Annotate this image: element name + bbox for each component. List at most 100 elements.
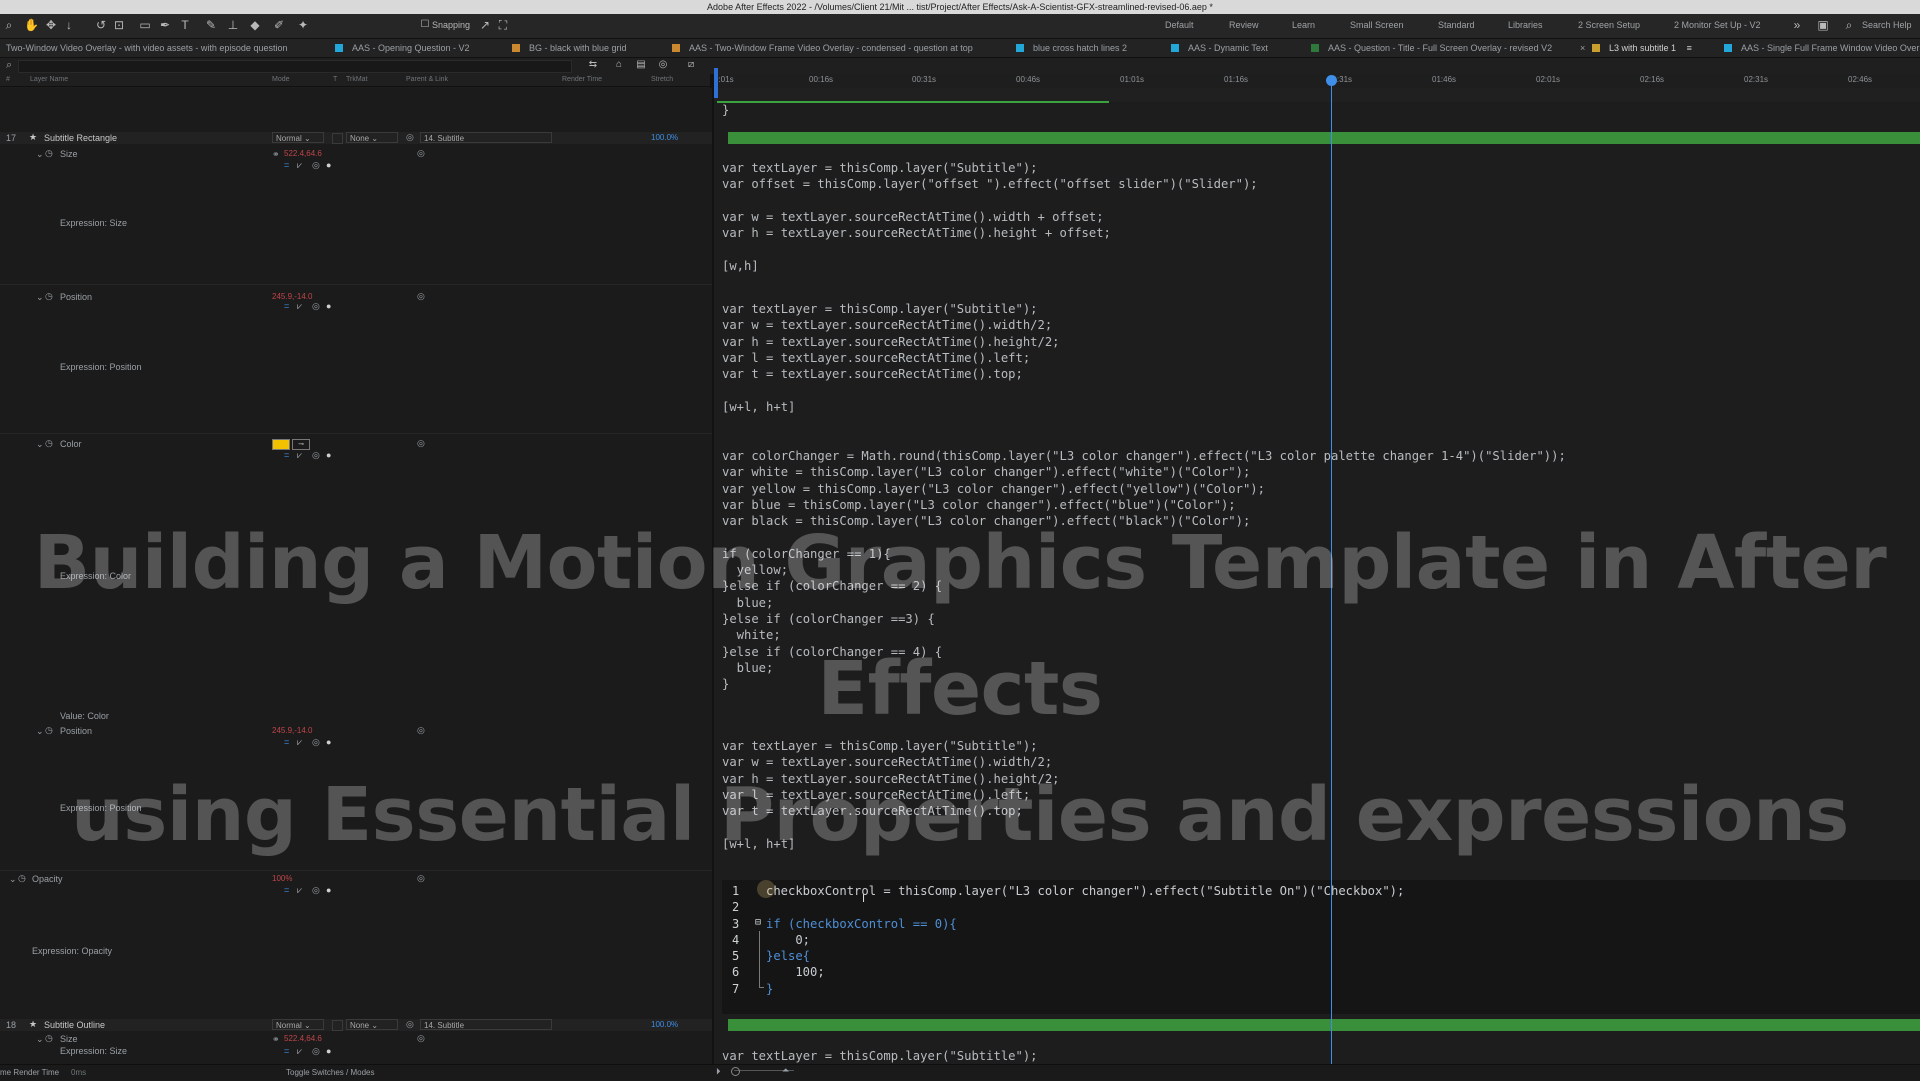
enable-expression-icon[interactable]: = xyxy=(284,885,289,895)
trkmat-dropdown[interactable]: None ⌄ xyxy=(346,1019,398,1030)
more-workspaces-icon[interactable]: » xyxy=(1790,18,1804,32)
stopwatch-icon[interactable]: ◷ xyxy=(45,291,53,302)
pickwhip-icon[interactable]: ◎ xyxy=(417,291,425,302)
enable-expression-icon[interactable]: = xyxy=(284,160,289,170)
tab-bg-black-blue-grid[interactable]: BG - black with blue grid xyxy=(512,42,627,54)
draft-3d-icon[interactable]: ⌂ xyxy=(612,58,626,72)
pickwhip-icon[interactable]: ◎ xyxy=(406,132,414,143)
tab-blue-cross-hatch[interactable]: blue cross hatch lines 2 xyxy=(1016,42,1127,54)
expression-editor[interactable] xyxy=(722,880,1920,1014)
chevron-down-icon[interactable]: ⌄ xyxy=(36,439,44,450)
rectangle-tool-icon[interactable]: ▭ xyxy=(138,18,152,32)
zoom-in-icon[interactable]: ⏶ xyxy=(782,1065,789,1076)
color-expression-code[interactable]: var colorChanger = Math.round(thisComp.l… xyxy=(722,448,1566,692)
stopwatch-icon[interactable]: ◷ xyxy=(18,873,26,884)
position-expression-code[interactable]: var textLayer = thisComp.layer("Subtitle… xyxy=(722,301,1060,415)
layer-17-duration-bar[interactable] xyxy=(728,132,1920,144)
workspace-2-monitor-setup[interactable]: 2 Monitor Set Up - V2 xyxy=(1674,20,1761,30)
enable-expression-icon[interactable]: = xyxy=(284,301,289,311)
parent-dropdown[interactable]: 14. Subtitle xyxy=(420,132,552,143)
zoom-out-icon[interactable]: ⏵ xyxy=(716,1066,721,1077)
code-line-6[interactable]: 100; xyxy=(766,965,824,979)
brush-tool-icon[interactable]: ✎ xyxy=(204,18,218,32)
enable-expression-icon[interactable]: = xyxy=(284,1046,289,1056)
stretch-value[interactable]: 100.0% xyxy=(651,133,678,142)
eyedropper-icon[interactable]: ⊸ xyxy=(292,439,310,450)
layer-18-duration-bar[interactable] xyxy=(728,1019,1920,1031)
stopwatch-icon[interactable]: ◷ xyxy=(45,1033,53,1044)
parent-dropdown[interactable]: 14. Subtitle xyxy=(420,1019,552,1030)
clone-stamp-icon[interactable]: ⊥ xyxy=(226,18,240,32)
arrow-down-icon[interactable]: ↓ xyxy=(62,18,76,32)
snap-arrow-icon[interactable]: ↗ xyxy=(478,18,492,32)
expression-graph-icon[interactable]: ⩗ xyxy=(297,160,302,171)
graph-editor-icon[interactable]: ⧄ xyxy=(684,58,698,72)
tab-aas-question-title[interactable]: AAS - Question - Title - Full Screen Ove… xyxy=(1311,42,1552,54)
expression-pickwhip-icon[interactable]: ◎ xyxy=(312,160,320,171)
expression-language-menu-icon[interactable]: ● xyxy=(326,737,331,747)
workspace-standard[interactable]: Standard xyxy=(1438,20,1475,30)
tab-aas-opening-question[interactable]: AAS - Opening Question - V2 xyxy=(335,42,470,54)
stopwatch-icon[interactable]: ◷ xyxy=(45,148,53,159)
tab-aas-dynamic-text[interactable]: AAS - Dynamic Text xyxy=(1171,42,1268,54)
work-area-bar[interactable] xyxy=(714,88,1920,102)
code-line-4[interactable]: 0; xyxy=(766,933,810,947)
expression-pickwhip-icon[interactable]: ◎ xyxy=(312,450,320,461)
property-size-value[interactable]: 522.4,64.6 xyxy=(284,1034,322,1043)
snapping-checkbox[interactable]: ☐ xyxy=(418,18,432,32)
trkmat-dropdown[interactable]: None ⌄ xyxy=(346,132,398,143)
expression-graph-icon[interactable]: ⩗ xyxy=(297,737,302,748)
preserve-transparency-checkbox[interactable] xyxy=(332,1020,343,1031)
chevron-down-icon[interactable]: ⌄ xyxy=(9,874,17,885)
col-trkmat[interactable]: TrkMat xyxy=(346,76,368,83)
camera-tool-icon[interactable]: ⊡ xyxy=(112,18,126,32)
work-area-start-handle[interactable] xyxy=(714,68,718,98)
chevron-down-icon[interactable]: ⌄ xyxy=(36,149,44,160)
puppet-pin-icon[interactable]: ✦ xyxy=(296,18,310,32)
expression-pickwhip-icon[interactable]: ◎ xyxy=(312,885,320,896)
toggle-switches-modes-button[interactable]: Toggle Switches / Modes xyxy=(286,1068,375,1077)
tab-close-icon[interactable]: × xyxy=(1580,42,1585,54)
roto-brush-icon[interactable]: ✐ xyxy=(272,18,286,32)
expression-graph-icon[interactable]: ⩗ xyxy=(297,301,302,312)
workspace-default[interactable]: Default xyxy=(1165,20,1194,30)
search-help-button[interactable]: Search Help xyxy=(1862,20,1912,30)
pickwhip-icon[interactable]: ◎ xyxy=(406,1019,414,1030)
enable-expression-icon[interactable]: = xyxy=(284,737,289,747)
move-icon[interactable]: ✥ xyxy=(44,18,58,32)
expression-pickwhip-icon[interactable]: ◎ xyxy=(312,301,320,312)
selection-tool-icon[interactable]: ⌕ xyxy=(2,18,16,32)
layer-name[interactable]: Subtitle Outline xyxy=(44,1020,105,1030)
tab-aas-two-window-frame[interactable]: AAS - Two-Window Frame Video Overlay - c… xyxy=(672,42,973,54)
enable-expression-icon[interactable]: = xyxy=(284,450,289,460)
layer-row-18[interactable]: 18 ★ Subtitle Outline Normal ⌄ None ⌄ ◎ … xyxy=(0,1019,712,1031)
tab-two-window-video-overlay[interactable]: Two-Window Video Overlay - with video as… xyxy=(6,42,287,54)
layer-name[interactable]: Subtitle Rectangle xyxy=(44,133,117,143)
property-opacity-value[interactable]: 100% xyxy=(272,874,292,883)
comp-mini-flowchart-icon[interactable]: ⇆ xyxy=(586,58,600,72)
stopwatch-icon[interactable]: ◷ xyxy=(45,725,53,736)
expand-icon[interactable]: ⛶ xyxy=(496,18,510,32)
expression-language-menu-icon[interactable]: ● xyxy=(326,885,331,895)
workspace-menu-icon[interactable]: ▣ xyxy=(1816,18,1830,32)
expression-language-menu-icon[interactable]: ● xyxy=(326,301,331,311)
preserve-transparency-checkbox[interactable] xyxy=(332,133,343,144)
color-swatch[interactable] xyxy=(272,439,290,450)
code-line-7[interactable]: } xyxy=(766,982,773,996)
mode-dropdown[interactable]: Normal ⌄ xyxy=(272,1019,324,1030)
code-fold-icon[interactable]: ⊟ xyxy=(755,917,761,928)
workspace-review[interactable]: Review xyxy=(1229,20,1259,30)
layer-search-input[interactable] xyxy=(18,60,572,73)
stopwatch-icon[interactable]: ◷ xyxy=(45,438,53,449)
constrain-proportions-icon[interactable]: ⚭ xyxy=(272,149,280,160)
layer-18-expression-code[interactable]: var textLayer = thisComp.layer("Subtitle… xyxy=(722,1048,1038,1064)
tab-menu-icon[interactable]: ≡ xyxy=(1687,43,1692,53)
mode-dropdown[interactable]: Normal ⌄ xyxy=(272,132,324,143)
col-parent-link[interactable]: Parent & Link xyxy=(406,76,448,83)
expression-pickwhip-icon[interactable]: ◎ xyxy=(312,1046,320,1057)
zoom-slider-handle[interactable] xyxy=(731,1067,740,1076)
chevron-down-icon[interactable]: ⌄ xyxy=(36,1034,44,1045)
workspace-libraries[interactable]: Libraries xyxy=(1508,20,1543,30)
tab-l3-with-subtitle[interactable]: L3 with subtitle 1 ≡ xyxy=(1592,42,1692,54)
col-mode[interactable]: Mode xyxy=(272,76,290,83)
